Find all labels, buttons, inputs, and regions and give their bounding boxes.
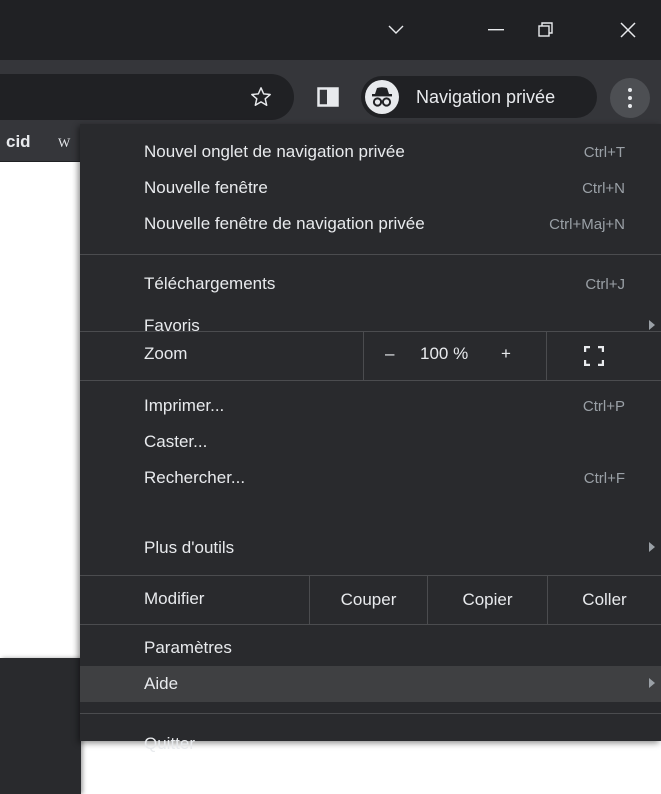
paste-button[interactable]: Coller [547,576,661,624]
zoom-level: 100 % [420,344,469,363]
menu-item-more-tools[interactable]: Plus d'outils [80,530,661,566]
zoom-in-button[interactable]: + [501,344,511,364]
menu-divider [80,713,661,714]
zoom-label: Zoom [144,344,188,363]
copy-button[interactable]: Copier [427,576,547,624]
menu-item-find[interactable]: Rechercher... Ctrl+F [80,460,661,496]
zoom-out-button[interactable]: – [385,344,394,364]
side-panel-icon[interactable] [316,85,340,109]
shortcut-label: Ctrl+N [582,179,625,197]
bookmark-favicon-icon[interactable]: W [58,135,70,151]
zoom-row: Zoom – 100 % + [80,332,661,380]
menu-item-new-window[interactable]: Nouvelle fenêtre Ctrl+N [80,170,661,206]
background-window [0,658,81,794]
menu-divider [80,254,661,255]
submenu-arrow-icon [649,320,655,330]
shortcut-label: Ctrl+F [583,469,625,487]
menu-item-print[interactable]: Imprimer... Ctrl+P [80,388,661,424]
fullscreen-icon[interactable] [583,345,605,367]
close-icon[interactable] [598,0,658,60]
chevron-down-icon[interactable] [366,0,426,60]
shortcut-label: Ctrl+J [585,275,625,293]
cut-button[interactable]: Couper [309,576,427,624]
restore-icon[interactable] [516,0,576,60]
incognito-icon [365,80,399,114]
menu-item-cast[interactable]: Caster... [80,424,661,460]
menu-item-settings[interactable]: Paramètres [80,630,661,666]
menu-divider [80,380,661,381]
browser-menu: Nouvel onglet de navigation privée Ctrl+… [80,124,661,753]
shortcut-label: Ctrl+Maj+N [549,215,625,233]
submenu-arrow-icon [649,678,655,688]
kebab-menu-icon[interactable] [610,78,650,118]
menu-item-new-incognito-window[interactable]: Nouvelle fenêtre de navigation privée Ct… [80,206,661,242]
menu-divider [80,624,661,625]
shortcut-label: Ctrl+P [582,397,625,415]
incognito-button[interactable]: Navigation privée [361,76,597,118]
shortcut-label: Ctrl+T [583,143,625,161]
menu-item-downloads[interactable]: Téléchargements Ctrl+J [80,266,661,302]
edit-label: Modifier [144,589,205,608]
submenu-arrow-icon [649,542,655,552]
star-icon[interactable] [246,82,276,112]
edit-row: Modifier Couper Copier Coller [80,576,661,624]
menu-item-quit[interactable]: Quitter [80,726,661,762]
bookmark-item[interactable]: cid [6,132,31,152]
incognito-label: Navigation privée [416,86,556,107]
menu-item-help[interactable]: Aide [80,666,661,702]
menu-item-new-incognito-tab[interactable]: Nouvel onglet de navigation privée Ctrl+… [80,134,661,170]
